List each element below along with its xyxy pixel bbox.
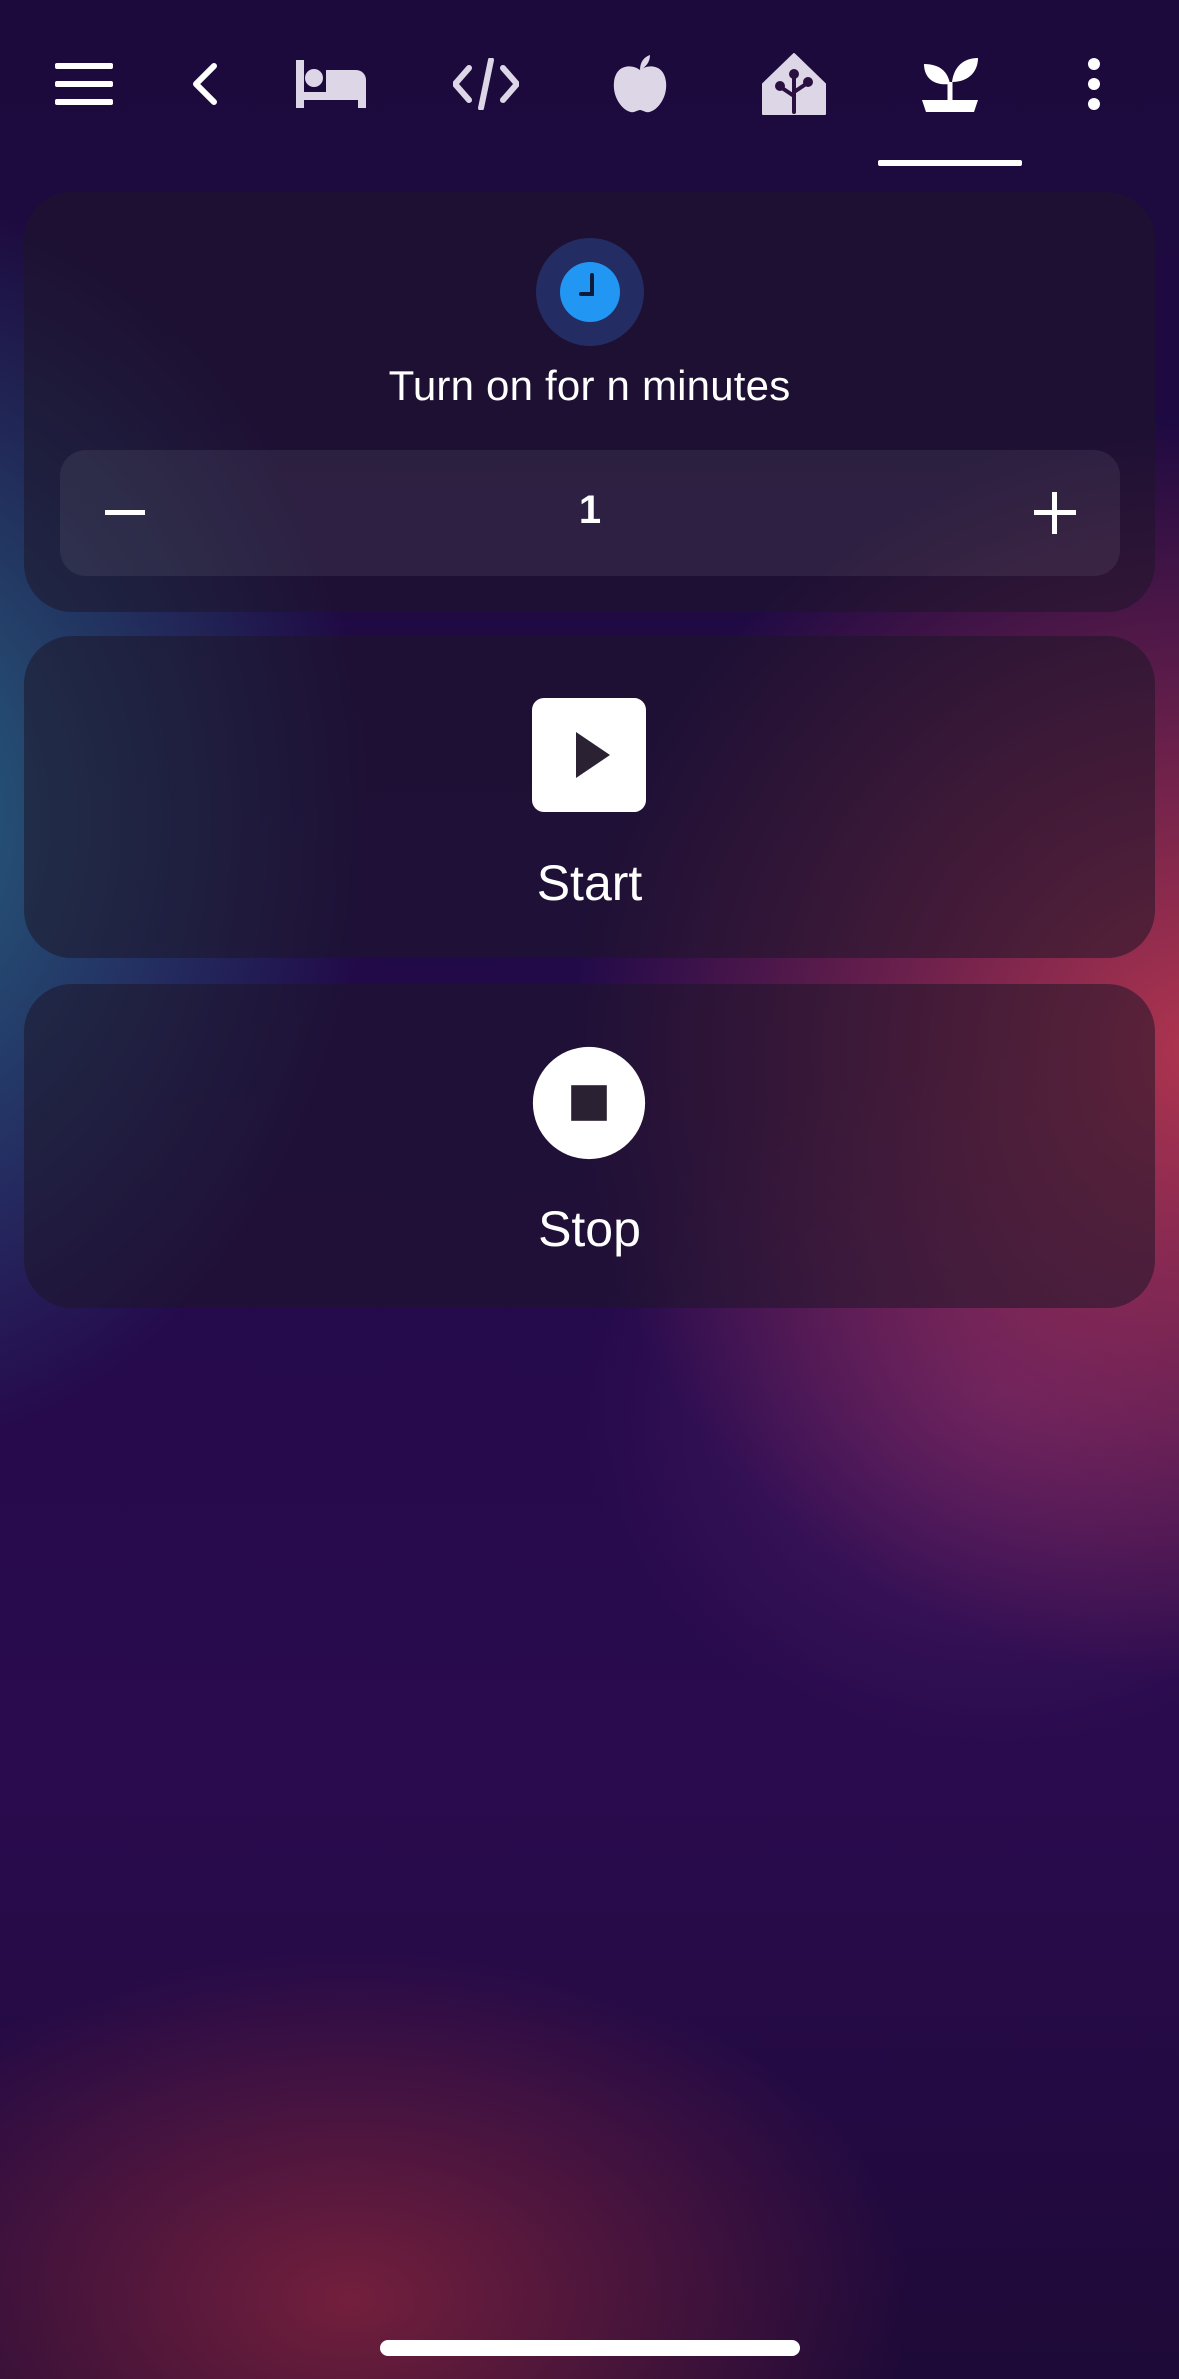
bed-icon[interactable] — [291, 44, 371, 124]
play-box-icon — [532, 698, 646, 812]
start-button[interactable]: Start — [24, 636, 1155, 958]
code-icon[interactable] — [446, 44, 526, 124]
plus-icon — [1034, 492, 1076, 534]
clock-icon-badge — [536, 238, 644, 346]
apple-icon[interactable] — [600, 44, 680, 124]
minutes-value[interactable]: 1 — [60, 488, 1120, 533]
home-assistant-icon[interactable] — [754, 44, 834, 124]
clock-icon — [560, 262, 620, 322]
home-indicator[interactable] — [380, 2340, 800, 2356]
stop-label: Stop — [538, 1201, 641, 1257]
stop-circle-icon — [532, 1046, 646, 1160]
stop-button[interactable]: Stop — [24, 984, 1155, 1308]
timer-title: Turn on for n minutes — [388, 362, 791, 409]
minutes-stepper: 1 — [60, 450, 1120, 576]
more-vertical-icon[interactable] — [1054, 44, 1134, 124]
timer-card: Turn on for n minutes 1 — [24, 192, 1155, 612]
increment-button[interactable] — [1010, 468, 1100, 558]
start-label: Start — [536, 855, 643, 911]
chevron-left-icon[interactable] — [163, 44, 243, 124]
menu-icon[interactable] — [44, 44, 124, 124]
top-toolbar — [0, 0, 1179, 168]
sprout-icon[interactable] — [910, 44, 990, 124]
active-tab-indicator — [878, 160, 1022, 166]
